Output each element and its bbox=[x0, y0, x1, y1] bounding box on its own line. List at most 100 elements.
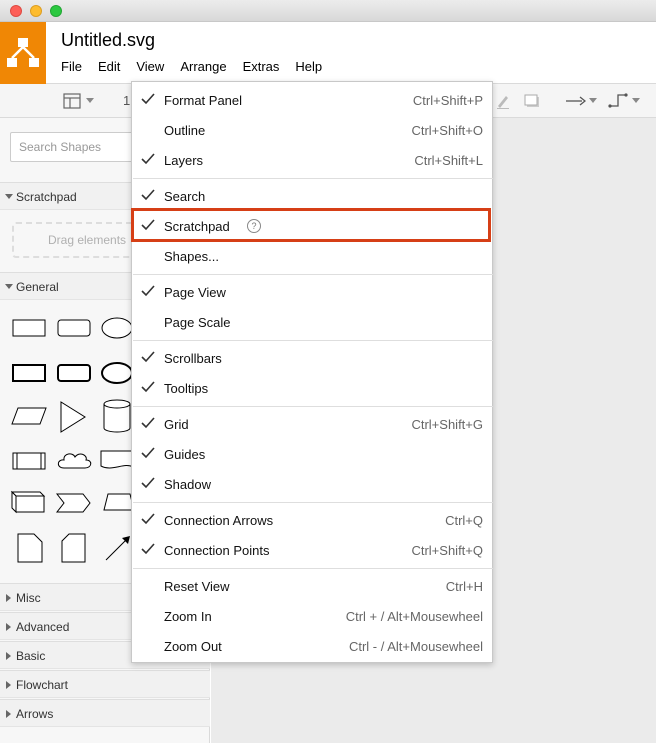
menu-item-label: Zoom Out bbox=[164, 639, 222, 654]
menu-item-label: Format Panel bbox=[164, 93, 243, 108]
menu-item-label: Shadow bbox=[164, 477, 211, 492]
menu-extras[interactable]: Extras bbox=[243, 59, 280, 74]
menu-item-shortcut: Ctrl+Q bbox=[445, 513, 483, 528]
section-flowchart[interactable]: Flowchart bbox=[0, 670, 210, 698]
menu-item-page-scale[interactable]: Page Scale bbox=[132, 307, 492, 337]
menu-item-connection-points[interactable]: Connection Points Ctrl+Shift+Q bbox=[132, 535, 492, 565]
menu-item-label: Zoom In bbox=[164, 609, 212, 624]
chevron-right-icon bbox=[6, 710, 11, 718]
checkmark-icon bbox=[141, 153, 155, 165]
menu-item-shortcut: Ctrl+Shift+Q bbox=[411, 543, 483, 558]
waypoint-orthogonal-icon[interactable] bbox=[608, 91, 628, 109]
zoom-level[interactable]: 1 bbox=[123, 93, 130, 108]
checkmark-icon bbox=[141, 513, 155, 525]
ellipse-shape[interactable] bbox=[101, 317, 133, 339]
rounded-rectangle-shape[interactable] bbox=[57, 319, 91, 337]
menu-separator bbox=[133, 568, 493, 569]
menu-item-shortcut: Ctrl+Shift+L bbox=[414, 153, 483, 168]
bold-rounded-rectangle-shape[interactable] bbox=[57, 364, 91, 382]
chevron-down-icon[interactable] bbox=[86, 98, 94, 103]
menu-item-scrollbars[interactable]: Scrollbars bbox=[132, 343, 492, 373]
checkmark-icon bbox=[141, 543, 155, 555]
menu-item-zoom-out[interactable]: Zoom Out Ctrl - / Alt+Mousewheel bbox=[132, 631, 492, 661]
checkmark-icon bbox=[141, 351, 155, 363]
menu-item-shapes[interactable]: Shapes... bbox=[132, 241, 492, 271]
document-title[interactable]: Untitled.svg bbox=[61, 30, 155, 51]
card-shape[interactable] bbox=[61, 533, 86, 563]
close-window-button[interactable] bbox=[10, 5, 22, 17]
menu-item-label: Guides bbox=[164, 447, 206, 462]
chevron-right-icon bbox=[6, 652, 11, 660]
scratchpad-highlight-box bbox=[131, 208, 491, 242]
menu-item-grid[interactable]: Grid Ctrl+Shift+G bbox=[132, 409, 492, 439]
menu-item-label: Search bbox=[164, 189, 206, 204]
menu-item-label: Connection Points bbox=[164, 543, 270, 558]
trapezoid-shape[interactable] bbox=[103, 493, 135, 511]
menu-separator bbox=[133, 178, 493, 179]
menu-item-reset-view[interactable]: Reset View Ctrl+H bbox=[132, 571, 492, 601]
process-shape[interactable] bbox=[12, 452, 46, 470]
zoom-window-button[interactable] bbox=[50, 5, 62, 17]
menu-separator bbox=[133, 406, 493, 407]
minimize-window-button[interactable] bbox=[30, 5, 42, 17]
menu-item-shadow[interactable]: Shadow bbox=[132, 469, 492, 499]
connector-arrow-icon[interactable] bbox=[566, 96, 586, 106]
step-shape[interactable] bbox=[55, 493, 91, 513]
chevron-down-icon[interactable] bbox=[589, 98, 597, 103]
document-shape[interactable] bbox=[100, 450, 134, 469]
page-layout-icon[interactable] bbox=[63, 93, 81, 109]
cloud-shape[interactable] bbox=[57, 453, 92, 469]
menu-help[interactable]: Help bbox=[295, 59, 322, 74]
cylinder-shape[interactable] bbox=[103, 399, 131, 433]
menu-view[interactable]: View bbox=[136, 59, 164, 74]
chevron-right-icon bbox=[6, 681, 11, 689]
menu-item-label: Outline bbox=[164, 123, 206, 138]
rectangle-shape[interactable] bbox=[12, 319, 46, 337]
app-header: Untitled.svg File Edit View Arrange Extr… bbox=[0, 22, 656, 84]
menu-item-label: Layers bbox=[164, 153, 204, 168]
menu-item-shortcut: Ctrl+Shift+P bbox=[412, 93, 483, 108]
menu-item-label: Page Scale bbox=[164, 315, 231, 330]
parallelogram-shape[interactable] bbox=[11, 407, 47, 425]
checkmark-icon bbox=[141, 417, 155, 429]
menu-item-tooltips[interactable]: Tooltips bbox=[132, 373, 492, 403]
menu-item-format-panel[interactable]: Format Panel Ctrl+Shift+P bbox=[132, 85, 492, 115]
section-flowchart-label: Flowchart bbox=[16, 678, 69, 692]
arrow-line-shape[interactable] bbox=[105, 536, 130, 561]
app-logo[interactable] bbox=[0, 22, 46, 84]
view-menu-dropdown: Format Panel Ctrl+Shift+P Outline Ctrl+S… bbox=[131, 81, 493, 663]
menu-item-layers[interactable]: Layers Ctrl+Shift+L bbox=[132, 145, 492, 175]
menu-item-search[interactable]: Search bbox=[132, 181, 492, 211]
menu-item-label: Grid bbox=[164, 417, 189, 432]
chevron-right-icon bbox=[6, 623, 11, 631]
triangle-shape[interactable] bbox=[60, 401, 86, 433]
bold-ellipse-shape[interactable] bbox=[101, 362, 133, 384]
menu-item-zoom-in[interactable]: Zoom In Ctrl + / Alt+Mousewheel bbox=[132, 601, 492, 631]
checkmark-icon bbox=[141, 285, 155, 297]
chevron-down-icon[interactable] bbox=[632, 98, 640, 103]
section-basic-label: Basic bbox=[16, 649, 46, 663]
menu-item-outline[interactable]: Outline Ctrl+Shift+O bbox=[132, 115, 492, 145]
checkmark-icon bbox=[141, 477, 155, 489]
menu-item-shortcut: Ctrl + / Alt+Mousewheel bbox=[345, 609, 483, 624]
checkmark-icon bbox=[141, 447, 155, 459]
cube-shape[interactable] bbox=[10, 490, 46, 514]
menu-separator bbox=[133, 274, 493, 275]
menu-item-guides[interactable]: Guides bbox=[132, 439, 492, 469]
menu-item-label: Scrollbars bbox=[164, 351, 222, 366]
window-titlebar bbox=[0, 0, 656, 22]
menu-arrange[interactable]: Arrange bbox=[180, 59, 226, 74]
menu-edit[interactable]: Edit bbox=[98, 59, 120, 74]
chevron-down-icon bbox=[5, 194, 13, 199]
menu-file[interactable]: File bbox=[61, 59, 82, 74]
menu-separator bbox=[133, 502, 493, 503]
menu-item-page-view[interactable]: Page View bbox=[132, 277, 492, 307]
bold-rectangle-shape[interactable] bbox=[12, 364, 46, 382]
line-color-icon[interactable] bbox=[495, 93, 511, 109]
section-general-label: General bbox=[16, 280, 59, 294]
section-arrows[interactable]: Arrows bbox=[0, 699, 210, 727]
shadow-icon[interactable] bbox=[523, 93, 541, 109]
menu-item-shortcut: Ctrl+H bbox=[445, 579, 483, 594]
note-shape[interactable] bbox=[17, 533, 43, 563]
menu-item-connection-arrows[interactable]: Connection Arrows Ctrl+Q bbox=[132, 505, 492, 535]
